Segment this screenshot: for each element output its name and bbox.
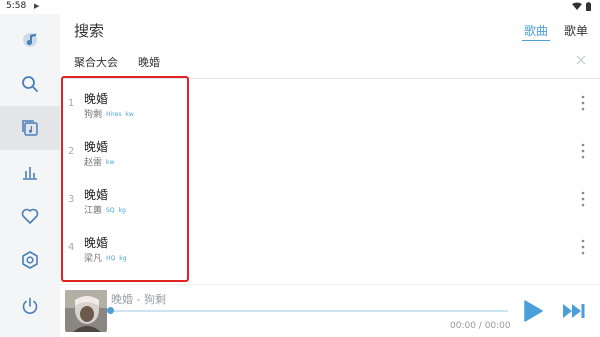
status-bar: 5:58 ▶ [0, 0, 600, 14]
tab-playlists[interactable]: 歌单 [564, 22, 588, 39]
settings-icon [22, 251, 38, 269]
time-readout: 00:00 / 00:00 [450, 321, 511, 331]
media-playing-icon: ▶ [34, 2, 40, 10]
tab-songs[interactable]: 歌曲 [524, 22, 548, 39]
active-tab-indicator [522, 40, 550, 41]
power-icon [22, 297, 38, 314]
highlight-box [61, 76, 189, 282]
status-time: 5:58 [6, 1, 27, 11]
page-title: 搜索 [74, 22, 105, 40]
sidebar-item-search[interactable] [0, 62, 60, 106]
album-cover[interactable] [65, 290, 107, 332]
next-track-icon[interactable] [562, 303, 586, 319]
more-options-icon[interactable] [580, 238, 586, 256]
sidebar-item-favorites[interactable] [0, 194, 60, 238]
progress-handle[interactable] [107, 307, 114, 314]
search-icon [22, 76, 38, 92]
sidebar-item-music[interactable] [0, 18, 60, 62]
sidebar [0, 14, 60, 337]
more-options-icon[interactable] [580, 190, 586, 208]
progress-bar[interactable] [110, 310, 508, 312]
sidebar-item-song-list[interactable] [0, 106, 60, 150]
sidebar-item-exit[interactable] [0, 284, 60, 328]
heart-icon [21, 208, 39, 224]
sidebar-item-leaderboard[interactable] [0, 150, 60, 194]
play-icon[interactable] [522, 299, 544, 323]
more-options-icon[interactable] [580, 142, 586, 160]
leaderboard-icon [23, 167, 37, 180]
sidebar-item-settings[interactable] [0, 238, 60, 282]
music-note-icon [23, 33, 37, 47]
more-options-icon[interactable] [580, 94, 586, 112]
player-bar: 晚婚 - 狗剩 00:00 / 00:00 [60, 284, 600, 337]
search-input[interactable]: 晚婚 [138, 54, 160, 70]
source-selector[interactable]: 聚合大会 [74, 54, 118, 70]
wifi-battery-icon [572, 2, 591, 11]
song-list-icon [22, 120, 38, 136]
now-playing-title: 晚婚 - 狗剩 [111, 293, 166, 306]
close-icon[interactable] [575, 54, 587, 66]
